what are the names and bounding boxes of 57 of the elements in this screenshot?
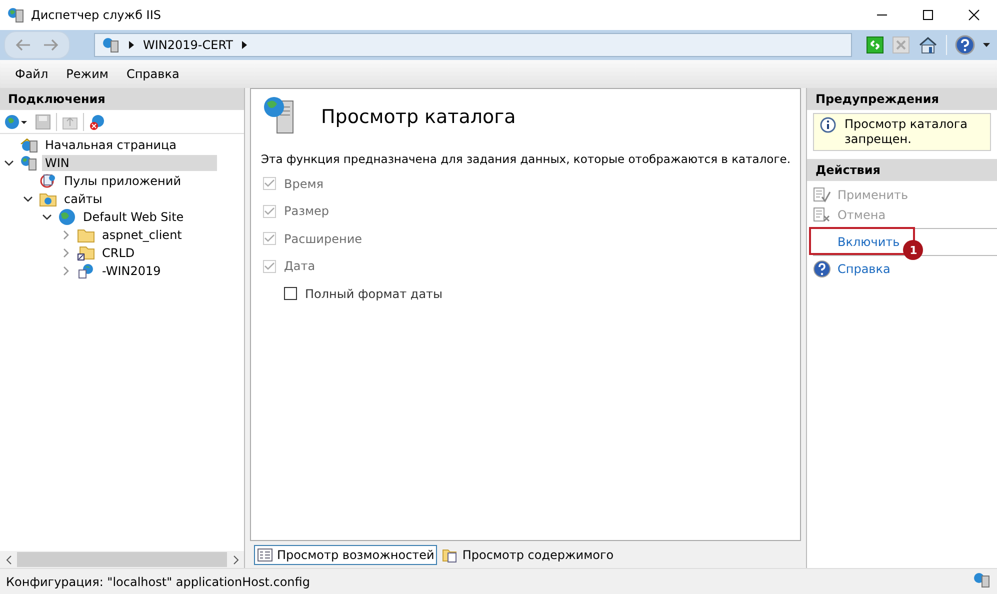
globe-icon <box>58 208 76 226</box>
globe-icon[interactable] <box>2 114 30 130</box>
pane-header: Подключения <box>0 88 244 110</box>
folder-page-icon <box>442 546 458 562</box>
menu-item[interactable]: Справка <box>117 67 188 81</box>
back-arrow-icon <box>15 39 31 51</box>
breadcrumb-arrow-icon[interactable] <box>129 41 134 49</box>
tree-item[interactable]: -WIN2019 <box>99 263 164 279</box>
tree-item[interactable]: aspnet_client <box>99 227 185 243</box>
status-text: Конфигурация: "localhost" applicationHost.config <box>6 574 310 588</box>
list-icon <box>257 548 273 562</box>
address-field[interactable]: WIN2019-CERT <box>94 33 852 57</box>
step-badge: 1 <box>903 240 924 260</box>
server-icon <box>20 155 38 171</box>
breadcrumb-arrow-icon[interactable] <box>242 41 248 49</box>
tree-item[interactable]: WIN <box>42 155 218 171</box>
app-icon <box>7 7 25 23</box>
view-tab[interactable]: Просмотр возможностей <box>254 544 438 564</box>
window-title: Диспетчер служб IIS <box>31 8 161 22</box>
breadcrumb-item[interactable]: WIN2019-CERT <box>143 38 234 52</box>
action-link[interactable]: Включить <box>837 235 900 249</box>
folder-icon <box>77 227 95 243</box>
menu-item[interactable]: Файл <box>6 67 58 81</box>
app-pool-icon <box>39 173 57 189</box>
folder-shortcut-icon <box>77 245 95 261</box>
close-icon <box>968 9 980 21</box>
scrollbar-thumb[interactable] <box>17 552 227 567</box>
refresh-icon[interactable] <box>864 36 886 54</box>
apply-icon <box>813 187 832 203</box>
tree-item[interactable]: Начальная страница <box>42 137 180 153</box>
server-icon <box>102 37 120 53</box>
checkbox-label: Время <box>284 176 324 191</box>
checkbox-label: Полный формат даты <box>305 286 443 301</box>
checkbox-label: Дата <box>284 259 316 274</box>
view-tab[interactable]: Просмотр содержимого <box>439 544 617 564</box>
tree-item[interactable]: Пулы приложений <box>61 173 184 189</box>
tree-item[interactable]: Default Web Site <box>80 209 187 225</box>
checkbox-label: Размер <box>284 204 330 218</box>
maximize-icon <box>922 9 934 21</box>
help-icon <box>813 260 832 278</box>
pane-header: Действия <box>807 159 997 181</box>
folder-globe-icon <box>39 191 57 207</box>
pane-header: Предупреждения <box>807 88 997 110</box>
action-link[interactable]: Справка <box>837 262 890 276</box>
cancel-icon <box>813 207 832 223</box>
feature-title: Просмотр каталога <box>321 106 516 128</box>
tree-item[interactable]: CRLD <box>99 245 138 261</box>
checkbox-label: Расширение <box>284 232 362 246</box>
home-server-icon <box>20 137 38 153</box>
caret-icon[interactable] <box>981 42 993 48</box>
globe-page-icon <box>77 263 95 279</box>
feature-description: Эта функция предназначена для задания данных, которые отображаются в каталоге. <box>261 152 790 166</box>
menu-item[interactable]: Режим <box>57 67 118 81</box>
forward-arrow-icon <box>43 39 59 51</box>
help-icon[interactable] <box>953 35 977 55</box>
tree-item[interactable]: сайты <box>61 191 106 207</box>
alert-message: Просмотр каталога запрещен. <box>844 117 968 147</box>
